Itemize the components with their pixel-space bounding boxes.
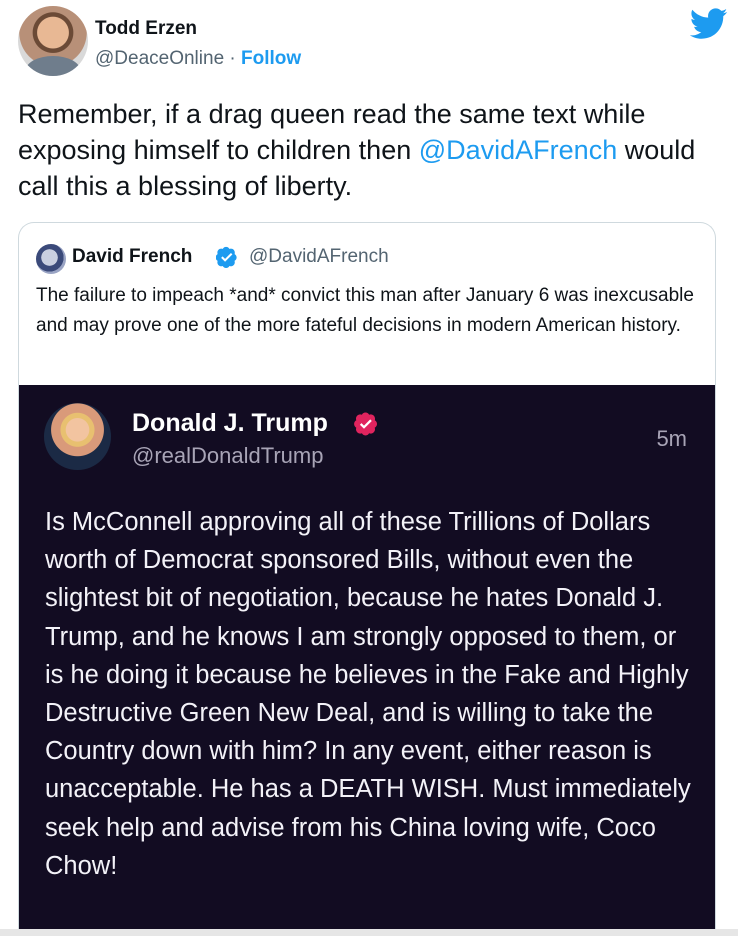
- quoted-author-avatar: [36, 244, 66, 274]
- media-post-text: Is McConnell approving all of these Tril…: [45, 508, 691, 880]
- quoted-author-handle: @DavidAFrench: [249, 246, 389, 267]
- media-post-time: 5m: [656, 426, 687, 451]
- verified-badge-icon: [216, 246, 237, 268]
- twitter-bird-icon[interactable]: [690, 8, 728, 40]
- quoted-author-name: David French: [72, 246, 193, 267]
- quoted-tweet-text: The failure to impeach *and* convict thi…: [36, 285, 694, 336]
- quoted-media-image[interactable]: Donald J. Trump @realDonaldTrump 5m Is M…: [19, 385, 715, 936]
- tweet-header: Todd Erzen @DeaceOnline · Follow: [18, 6, 728, 78]
- tweet-text: Remember, if a drag queen read the same …: [18, 96, 722, 204]
- separator: ·: [224, 48, 242, 69]
- follow-button[interactable]: Follow: [241, 48, 301, 69]
- media-author-handle: @realDonaldTrump: [132, 443, 324, 468]
- quoted-tweet-header: David French @DavidAFrench: [36, 242, 696, 274]
- bottom-divider: [0, 929, 738, 936]
- media-author-name: Donald J. Trump: [132, 409, 328, 437]
- media-author-avatar: [44, 403, 111, 470]
- author-handle-line: @DeaceOnline · Follow: [95, 48, 301, 70]
- embedded-tweet: Todd Erzen @DeaceOnline · Follow Remembe…: [0, 0, 738, 936]
- quoted-tweet[interactable]: David French @DavidAFrench The failure t…: [18, 222, 716, 936]
- mention-link[interactable]: @DavidAFrench: [419, 135, 617, 165]
- author-handle[interactable]: @DeaceOnline: [95, 48, 224, 69]
- verified-badge-icon: [354, 412, 377, 436]
- author-avatar[interactable]: [18, 6, 88, 76]
- author-name[interactable]: Todd Erzen: [95, 18, 197, 40]
